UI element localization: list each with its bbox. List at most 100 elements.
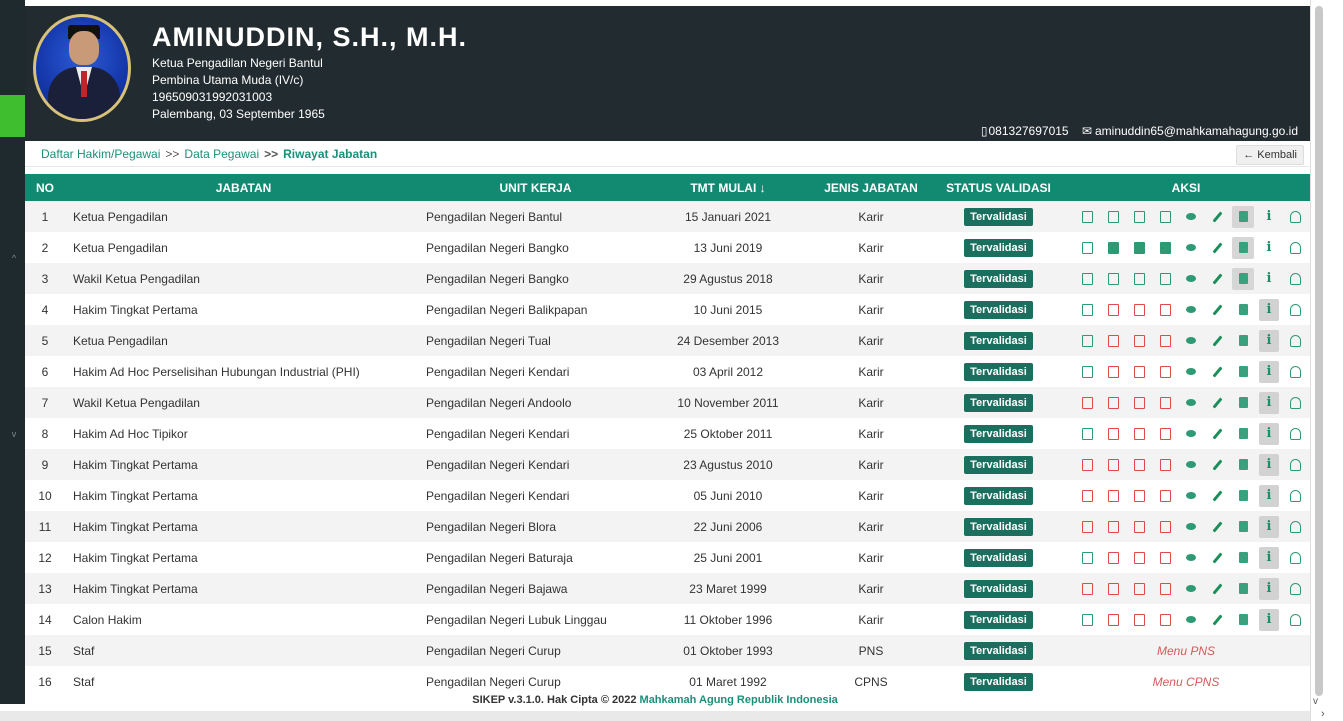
pdf-file-icon[interactable]	[1152, 423, 1178, 445]
info-icon[interactable]: i	[1256, 206, 1282, 228]
pdf-file-icon[interactable]	[1126, 578, 1152, 600]
pencil-icon[interactable]	[1204, 454, 1230, 476]
pdf-file-icon[interactable]	[1074, 485, 1100, 507]
pencil-icon[interactable]	[1204, 206, 1230, 228]
pdf-file-icon[interactable]	[1152, 268, 1178, 290]
trash-icon[interactable]	[1230, 609, 1256, 631]
pdf-file-icon[interactable]	[1100, 423, 1126, 445]
eye-icon[interactable]	[1178, 609, 1204, 631]
pencil-icon[interactable]	[1204, 237, 1230, 259]
pdf-file-icon[interactable]	[1100, 361, 1126, 383]
pdf-file-icon[interactable]	[1074, 609, 1100, 631]
eye-icon[interactable]	[1178, 578, 1204, 600]
pdf-file-icon[interactable]	[1100, 547, 1126, 569]
pdf-file-icon[interactable]	[1152, 299, 1178, 321]
pdf-file-icon[interactable]	[1126, 454, 1152, 476]
eye-icon[interactable]	[1178, 485, 1204, 507]
pdf-file-icon[interactable]	[1074, 237, 1100, 259]
pdf-file-icon[interactable]	[1074, 299, 1100, 321]
pdf-file-icon[interactable]	[1126, 330, 1152, 352]
info-icon[interactable]: i	[1256, 329, 1282, 352]
image-file-icon[interactable]	[1100, 237, 1126, 259]
header-tmt-mulai[interactable]: TMT MULAI ↓	[649, 174, 807, 201]
user-icon[interactable]	[1282, 330, 1308, 352]
info-icon[interactable]: i	[1256, 237, 1282, 259]
user-icon[interactable]	[1282, 392, 1308, 414]
pdf-file-icon[interactable]	[1126, 609, 1152, 631]
menu-pns-link[interactable]: Menu PNS	[1062, 644, 1310, 658]
user-icon[interactable]	[1282, 237, 1308, 259]
eye-icon[interactable]	[1178, 392, 1204, 414]
trash-icon[interactable]	[1230, 330, 1256, 352]
header-status-validasi[interactable]: STATUS VALIDASI	[935, 174, 1062, 201]
pdf-file-icon[interactable]	[1100, 578, 1126, 600]
pencil-icon[interactable]	[1204, 578, 1230, 600]
eye-icon[interactable]	[1178, 547, 1204, 569]
pdf-file-icon[interactable]	[1100, 330, 1126, 352]
trash-icon[interactable]	[1230, 236, 1256, 259]
info-icon[interactable]: i	[1256, 268, 1282, 290]
user-icon[interactable]	[1282, 423, 1308, 445]
pdf-file-icon[interactable]	[1100, 392, 1126, 414]
trash-icon[interactable]	[1230, 361, 1256, 383]
eye-icon[interactable]	[1178, 268, 1204, 290]
chevron-down-icon[interactable]: v	[8, 428, 20, 440]
trash-icon[interactable]	[1230, 516, 1256, 538]
pdf-file-icon[interactable]	[1074, 454, 1100, 476]
user-icon[interactable]	[1282, 454, 1308, 476]
eye-icon[interactable]	[1178, 206, 1204, 228]
pdf-file-icon[interactable]	[1074, 547, 1100, 569]
header-jabatan[interactable]: JABATAN	[65, 174, 422, 201]
pdf-file-icon[interactable]	[1074, 268, 1100, 290]
pdf-file-icon[interactable]	[1074, 330, 1100, 352]
eye-icon[interactable]	[1178, 516, 1204, 538]
pdf-file-icon[interactable]	[1074, 206, 1100, 228]
eye-icon[interactable]	[1178, 454, 1204, 476]
info-icon[interactable]: i	[1256, 515, 1282, 538]
pdf-file-icon[interactable]	[1152, 392, 1178, 414]
pdf-file-icon[interactable]	[1100, 206, 1126, 228]
pdf-file-icon[interactable]	[1100, 454, 1126, 476]
pdf-file-icon[interactable]	[1152, 578, 1178, 600]
pdf-file-icon[interactable]	[1126, 392, 1152, 414]
pencil-icon[interactable]	[1204, 423, 1230, 445]
trash-icon[interactable]	[1230, 205, 1256, 228]
pencil-icon[interactable]	[1204, 392, 1230, 414]
user-icon[interactable]	[1282, 578, 1308, 600]
scroll-right-icon[interactable]: ›	[1321, 708, 1325, 720]
menu-cpns-link[interactable]: Menu CPNS	[1062, 675, 1310, 689]
pencil-icon[interactable]	[1204, 609, 1230, 631]
info-icon[interactable]: i	[1256, 453, 1282, 476]
pdf-file-icon[interactable]	[1100, 485, 1126, 507]
user-icon[interactable]	[1282, 547, 1308, 569]
pdf-file-icon[interactable]	[1074, 423, 1100, 445]
pencil-icon[interactable]	[1204, 299, 1230, 321]
info-icon[interactable]: i	[1256, 391, 1282, 414]
pdf-file-icon[interactable]	[1152, 454, 1178, 476]
pdf-file-icon[interactable]	[1126, 547, 1152, 569]
pdf-file-icon[interactable]	[1074, 516, 1100, 538]
pdf-file-icon[interactable]	[1126, 268, 1152, 290]
pdf-file-icon[interactable]	[1126, 516, 1152, 538]
pdf-file-icon[interactable]	[1100, 516, 1126, 538]
info-icon[interactable]: i	[1256, 298, 1282, 321]
pdf-file-icon[interactable]	[1074, 361, 1100, 383]
eye-icon[interactable]	[1178, 299, 1204, 321]
user-icon[interactable]	[1282, 206, 1308, 228]
pdf-file-icon[interactable]	[1100, 609, 1126, 631]
info-icon[interactable]: i	[1256, 484, 1282, 507]
pdf-file-icon[interactable]	[1152, 609, 1178, 631]
breadcrumb-employee-list[interactable]: Daftar Hakim/Pegawai	[41, 147, 160, 161]
pencil-icon[interactable]	[1204, 330, 1230, 352]
user-icon[interactable]	[1282, 268, 1308, 290]
horizontal-scrollbar[interactable]	[0, 711, 1310, 721]
info-icon[interactable]: i	[1256, 577, 1282, 600]
pdf-file-icon[interactable]	[1126, 361, 1152, 383]
trash-icon[interactable]	[1230, 578, 1256, 600]
pdf-file-icon[interactable]	[1152, 206, 1178, 228]
scroll-down-icon[interactable]: v	[1313, 696, 1318, 707]
vertical-scrollbar[interactable]: v ›	[1310, 0, 1343, 721]
eye-icon[interactable]	[1178, 361, 1204, 383]
trash-icon[interactable]	[1230, 485, 1256, 507]
pencil-icon[interactable]	[1204, 361, 1230, 383]
